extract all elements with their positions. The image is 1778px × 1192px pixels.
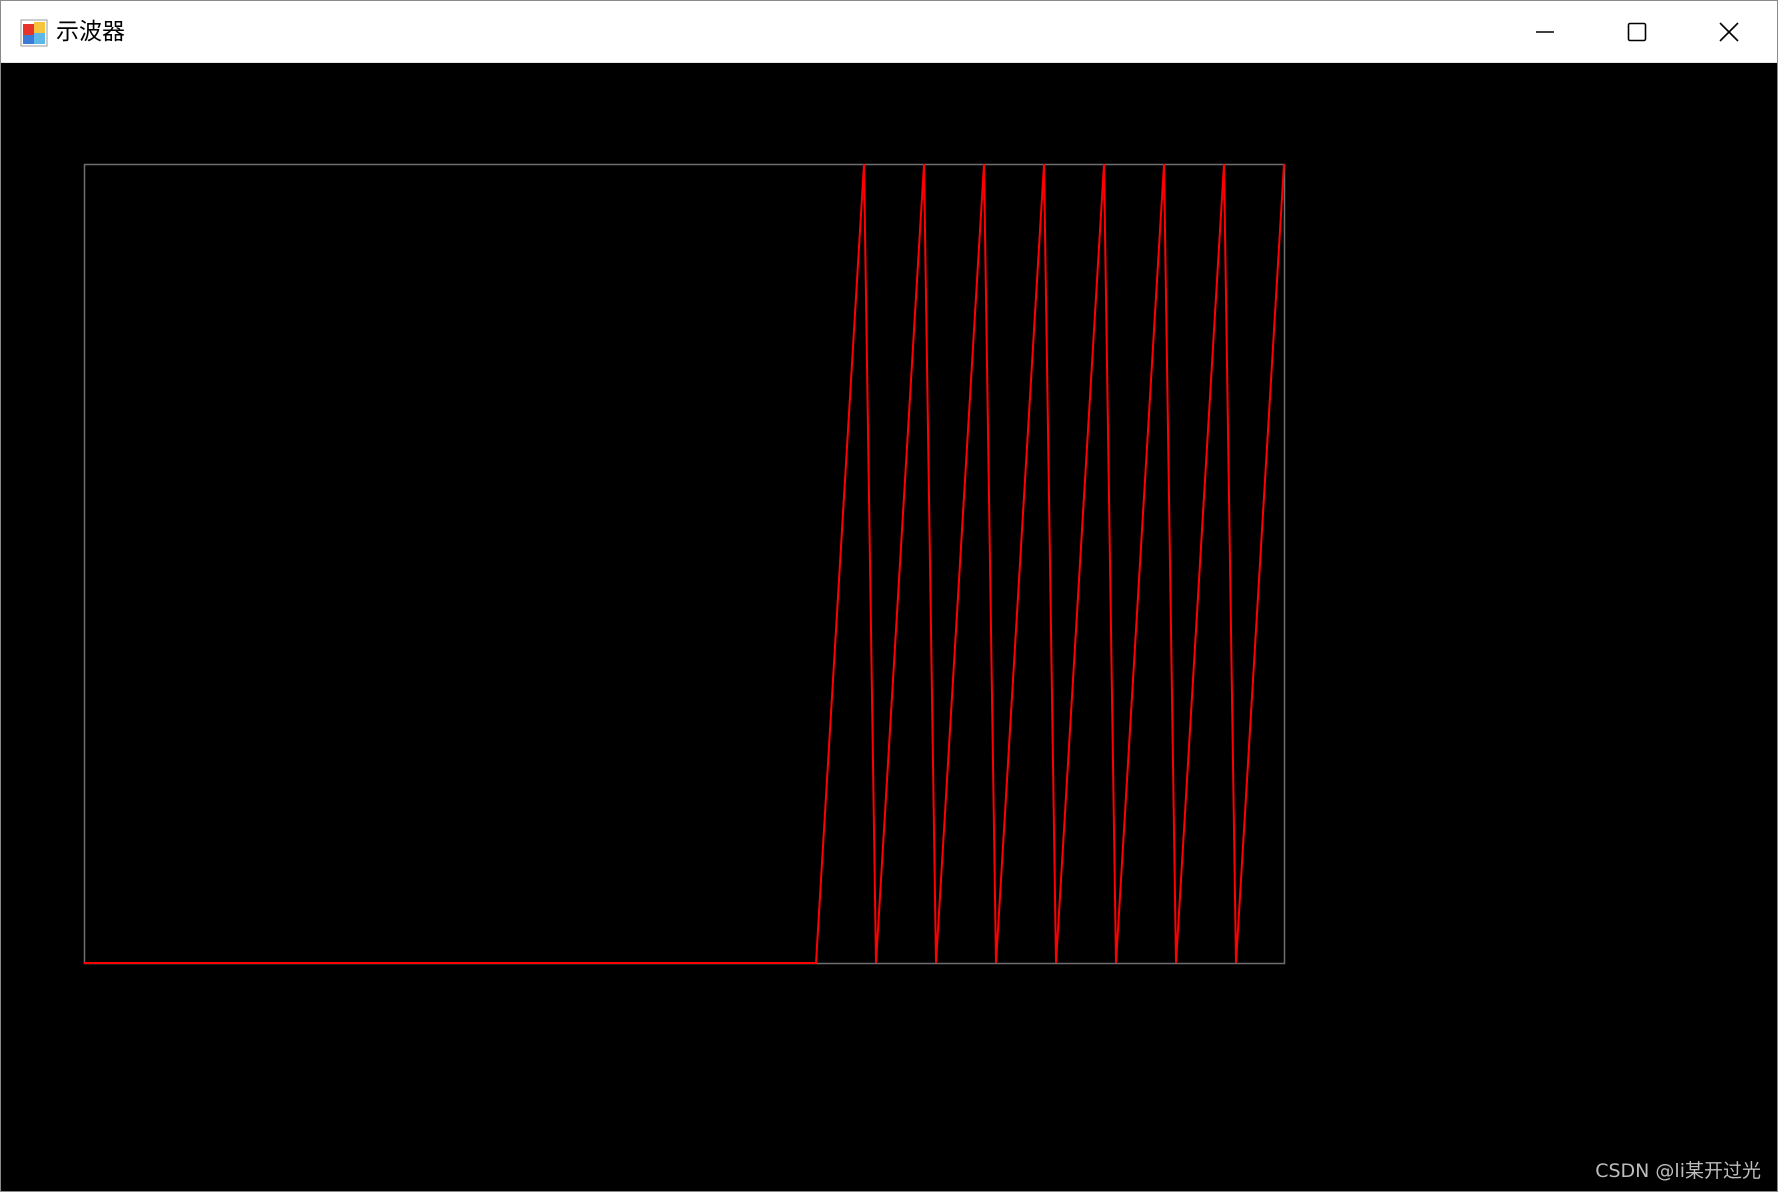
- oscilloscope-window: 示波器 CSDN @li某开过光: [0, 0, 1778, 1192]
- oscilloscope-plot: [83, 163, 1286, 965]
- close-icon: [1719, 21, 1739, 42]
- minimize-button[interactable]: [1499, 1, 1591, 62]
- minimize-icon: [1536, 30, 1554, 33]
- maximize-button[interactable]: [1591, 1, 1683, 62]
- app-window-icon: [20, 19, 48, 47]
- maximize-icon: [1627, 22, 1647, 41]
- title-bar[interactable]: 示波器: [1, 1, 1777, 63]
- watermark-text: CSDN @li某开过光: [1595, 1160, 1761, 1182]
- client-area: CSDN @li某开过光: [1, 63, 1777, 1191]
- close-button[interactable]: [1683, 1, 1775, 62]
- plot-frame: [83, 163, 1286, 965]
- window-title: 示波器: [56, 19, 125, 45]
- signal-trace-0: [84, 163, 1285, 964]
